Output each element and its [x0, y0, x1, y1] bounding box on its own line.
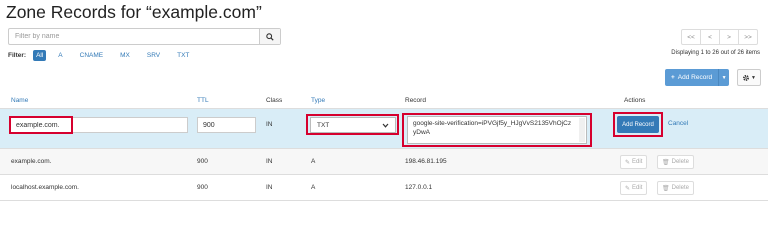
column-header-type[interactable]: Type	[311, 97, 325, 104]
gear-icon	[743, 74, 749, 81]
filter-cname[interactable]: CNAME	[77, 50, 106, 61]
row-class: IN	[266, 158, 273, 165]
settings-button[interactable]: ▼	[737, 69, 761, 86]
trash-icon: 🗑	[662, 185, 670, 192]
search-button[interactable]	[259, 29, 280, 44]
add-record-dropdown-toggle[interactable]: ▼	[718, 69, 730, 86]
delete-button[interactable]: 🗑 Delete	[657, 181, 694, 195]
column-header-actions: Actions	[624, 97, 646, 104]
ttl-input[interactable]	[197, 117, 256, 133]
search-box	[8, 28, 281, 45]
pencil-icon: ✎	[625, 185, 631, 192]
first-page-button[interactable]: <<	[681, 29, 701, 45]
filter-bar: Filter: All A CNAME MX SRV TXT	[8, 50, 203, 61]
row-ttl: 900	[197, 158, 208, 165]
caret-down-icon: ▼	[751, 74, 756, 81]
class-value: IN	[266, 121, 273, 128]
edit-record-row: IN TXT google-site-verification=iPVGjf5y…	[0, 109, 768, 149]
delete-label: Delete	[671, 185, 689, 191]
filter-label: Filter:	[8, 52, 27, 59]
edit-label: Edit	[632, 185, 643, 191]
edit-button[interactable]: ✎ Edit	[620, 181, 648, 195]
edit-label: Edit	[632, 159, 643, 165]
pencil-icon: ✎	[625, 159, 631, 166]
table-header: Name TTL Class Type Record Actions	[0, 93, 768, 109]
column-header-name[interactable]: Name	[11, 97, 28, 104]
type-highlight	[306, 114, 399, 135]
delete-button[interactable]: 🗑 Delete	[657, 155, 694, 169]
row-record: 198.46.81.195	[405, 158, 447, 165]
zone-records-table: Name TTL Class Type Record Actions IN TX…	[0, 93, 768, 201]
prev-page-button[interactable]: <	[700, 29, 720, 45]
search-input[interactable]	[9, 29, 259, 44]
row-name: example.com.	[11, 158, 52, 165]
filter-all[interactable]: All	[33, 50, 47, 61]
delete-label: Delete	[671, 159, 689, 165]
row-class: IN	[266, 184, 273, 191]
row-name: localhost.example.com.	[11, 184, 79, 191]
row-record: 127.0.0.1	[405, 184, 433, 191]
filter-srv[interactable]: SRV	[144, 50, 163, 61]
last-page-button[interactable]: >>	[738, 29, 758, 45]
pagination: << < > >>	[681, 29, 758, 45]
add-record-highlight	[613, 112, 663, 137]
next-page-button[interactable]: >	[719, 29, 739, 45]
add-record-group: + Add Record ▼	[665, 69, 730, 86]
edit-button[interactable]: ✎ Edit	[620, 155, 648, 169]
plus-icon: +	[671, 74, 675, 81]
column-header-ttl[interactable]: TTL	[197, 97, 209, 104]
row-type: A	[311, 158, 316, 165]
filter-txt[interactable]: TXT	[174, 50, 192, 61]
row-ttl: 900	[197, 184, 208, 191]
table-row: example.com. 900 IN A 198.46.81.195 ✎ Ed…	[0, 149, 768, 175]
cancel-link[interactable]: Cancel	[668, 120, 688, 127]
search-icon	[266, 32, 274, 41]
page-title: Zone Records for “example.com”	[6, 2, 262, 22]
filter-a[interactable]: A	[55, 50, 65, 61]
column-header-record: Record	[405, 97, 426, 104]
filter-mx[interactable]: MX	[117, 50, 133, 61]
name-highlight	[9, 116, 73, 134]
table-row: localhost.example.com. 900 IN A 127.0.0.…	[0, 175, 768, 201]
record-highlight	[402, 113, 592, 147]
row-type: A	[311, 184, 316, 191]
trash-icon: 🗑	[662, 159, 670, 166]
display-info: Displaying 1 to 26 out of 26 items	[671, 50, 760, 56]
add-record-button[interactable]: + Add Record	[665, 69, 719, 86]
caret-down-icon: ▼	[721, 74, 727, 81]
column-header-class: Class	[266, 97, 283, 104]
add-record-label: Add Record	[677, 74, 713, 81]
